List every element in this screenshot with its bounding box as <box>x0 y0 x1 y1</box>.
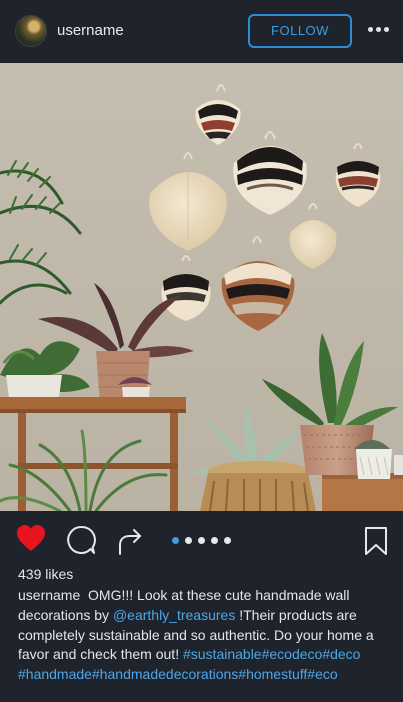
caption-username[interactable]: username <box>18 587 80 603</box>
plant-pot-edge <box>394 455 403 475</box>
heart-icon[interactable] <box>16 525 46 553</box>
potted-plant-succulent <box>354 440 392 479</box>
comment-icon[interactable] <box>66 525 96 555</box>
carousel-dot[interactable] <box>211 537 218 544</box>
carousel-dot[interactable] <box>198 537 205 544</box>
post-photo[interactable] <box>0 63 403 511</box>
post-header: username FOLLOW <box>0 0 403 62</box>
carousel-indicator <box>172 537 232 545</box>
share-icon[interactable] <box>116 527 144 555</box>
carousel-dot[interactable] <box>185 537 192 544</box>
post-photo-illustration <box>0 63 403 511</box>
more-horizontal-icon[interactable] <box>368 27 390 35</box>
follow-button[interactable]: FOLLOW <box>248 14 352 48</box>
carousel-dot-active[interactable] <box>172 537 179 544</box>
caption-mention[interactable]: @earthly_treasures <box>113 607 235 623</box>
post-screen: username FOLLOW 439 likes username OMG!!… <box>0 0 403 702</box>
carousel-dot[interactable] <box>224 537 231 544</box>
header-username[interactable]: username <box>57 22 124 39</box>
likes-count[interactable]: 439 likes <box>18 566 73 582</box>
rattan-stool <box>200 461 316 511</box>
avatar[interactable] <box>15 15 47 47</box>
post-caption: username OMG!!! Look at these cute handm… <box>18 586 390 685</box>
bookmark-icon[interactable] <box>364 526 388 556</box>
